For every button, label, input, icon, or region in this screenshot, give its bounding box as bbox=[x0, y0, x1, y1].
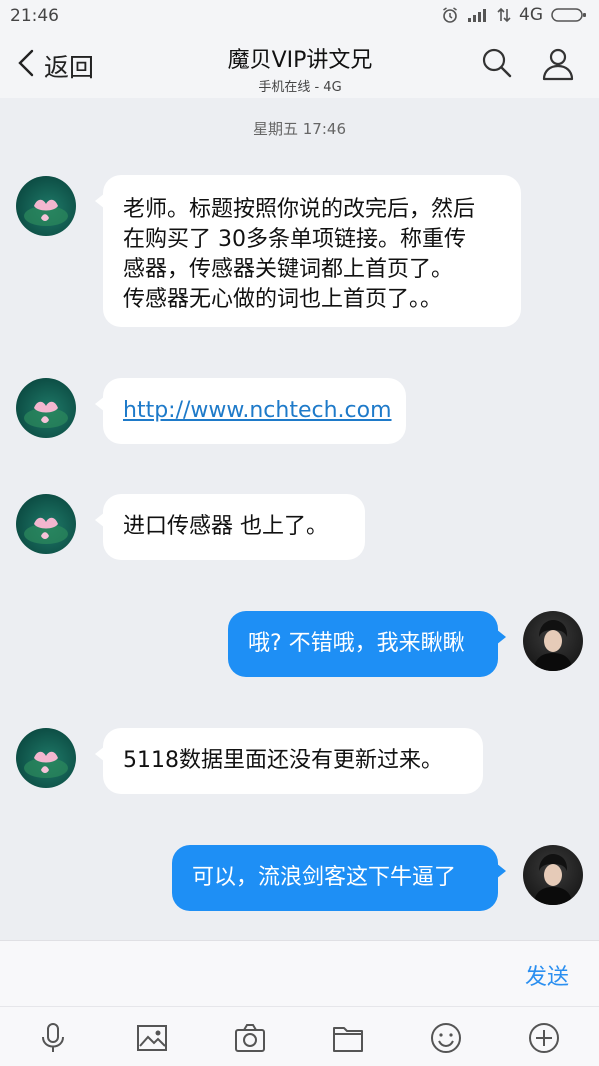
message-text: 哦? 不错哦，我来瞅瞅 bbox=[248, 631, 465, 656]
message-bubble-incoming[interactable]: 5118数据里面还没有更新过来。 bbox=[95, 728, 483, 794]
camera-icon[interactable] bbox=[233, 1021, 267, 1055]
signal-icon bbox=[467, 7, 489, 23]
status-bar: 21:46 4G bbox=[0, 0, 599, 34]
back-button[interactable]: 返回 bbox=[16, 48, 94, 84]
input-toolbar bbox=[0, 1006, 599, 1066]
message-bubble-outgoing[interactable]: 可以，流浪剑客这下牛逼了 bbox=[172, 845, 506, 911]
message-bubble-incoming: http://www.nchtech.com bbox=[95, 378, 406, 444]
network-type: 4G bbox=[519, 5, 543, 25]
chat-timestamp: 星期五 17:46 bbox=[253, 120, 346, 138]
status-icons: 4G bbox=[441, 5, 587, 25]
chat-title-block[interactable]: 魔贝VIP讲文兄 手机在线 - 4G bbox=[150, 42, 450, 95]
contact-avatar[interactable] bbox=[16, 728, 76, 788]
message-line: 在购买了 30多条单项链接。称重传 bbox=[123, 227, 466, 252]
alarm-icon bbox=[441, 6, 459, 24]
message-line: 老师。标题按照你说的改完后，然后 bbox=[123, 197, 476, 222]
title-bar: 返回 魔贝VIP讲文兄 手机在线 - 4G bbox=[0, 34, 599, 98]
message-input-bar[interactable]: 发送 bbox=[0, 940, 599, 1007]
status-time: 21:46 bbox=[10, 6, 59, 26]
message-line: 感器，传感器关键词都上首页了。 bbox=[123, 257, 454, 282]
profile-icon[interactable] bbox=[540, 46, 576, 86]
emoji-icon[interactable] bbox=[429, 1021, 463, 1055]
image-icon[interactable] bbox=[135, 1021, 169, 1055]
page-title: 魔贝VIP讲文兄 bbox=[227, 48, 373, 73]
contact-avatar[interactable] bbox=[16, 378, 76, 438]
contact-avatar[interactable] bbox=[16, 176, 76, 236]
battery-icon bbox=[551, 7, 587, 23]
folder-icon[interactable] bbox=[331, 1021, 365, 1055]
message-link[interactable]: http://www.nchtech.com bbox=[123, 398, 392, 423]
message-bubble-incoming[interactable]: 进口传感器 也上了。 bbox=[95, 494, 365, 560]
user-avatar[interactable] bbox=[523, 845, 583, 905]
message-bubble-outgoing[interactable]: 哦? 不错哦，我来瞅瞅 bbox=[228, 611, 506, 677]
contact-avatar[interactable] bbox=[16, 494, 76, 554]
data-arrows-icon bbox=[497, 7, 511, 23]
online-status: 手机在线 - 4G bbox=[258, 80, 342, 95]
chat-screen: 21:46 4G 返回 魔贝VIP讲文兄 手机在线 - 4G 星期五 17:46… bbox=[0, 0, 599, 1066]
user-avatar[interactable] bbox=[523, 611, 583, 671]
message-line: 传感器无心做的词也上首页了。。 bbox=[123, 287, 443, 312]
message-bubble-incoming[interactable]: 老师。标题按照你说的改完后，然后 在购买了 30多条单项链接。称重传 感器，传感… bbox=[95, 175, 521, 327]
chevron-left-icon bbox=[16, 48, 44, 84]
message-text: 进口传感器 也上了。 bbox=[123, 514, 328, 539]
message-text: 5118数据里面还没有更新过来。 bbox=[123, 748, 443, 773]
send-button[interactable]: 发送 bbox=[525, 959, 569, 991]
microphone-icon[interactable] bbox=[36, 1021, 70, 1055]
plus-icon[interactable] bbox=[527, 1021, 561, 1055]
search-icon[interactable] bbox=[480, 46, 514, 84]
message-text: 可以，流浪剑客这下牛逼了 bbox=[192, 865, 457, 890]
back-label: 返回 bbox=[44, 53, 95, 82]
